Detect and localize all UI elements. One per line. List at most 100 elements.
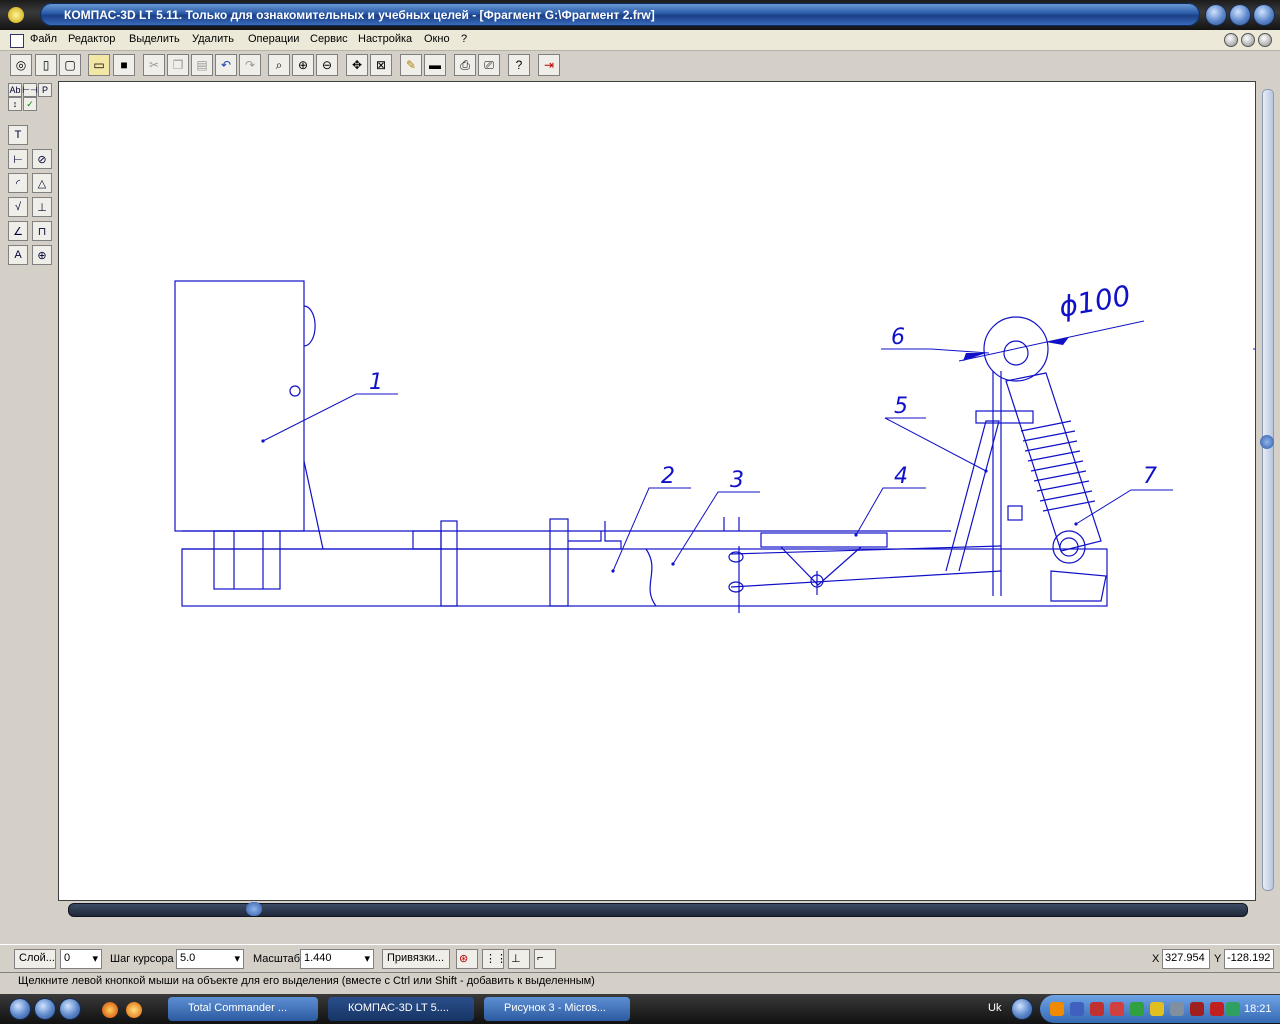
print-icon[interactable]: ⎚ xyxy=(478,54,500,76)
menu-help[interactable]: ? xyxy=(461,33,467,45)
taskbar-item-total-commander[interactable]: Total Commander ... xyxy=(168,997,318,1021)
snaps-button[interactable]: Привязки... xyxy=(382,949,450,969)
horizontal-scroll-thumb[interactable] xyxy=(246,902,262,916)
view-icon[interactable]: ◎ xyxy=(10,54,32,76)
language-indicator[interactable]: Uk xyxy=(988,1002,1001,1014)
scale-select[interactable]: 1.440 ▾ xyxy=(300,949,374,969)
menu-delete[interactable]: Удалить xyxy=(192,33,234,45)
menu-window[interactable]: Окно xyxy=(424,33,450,45)
help-icon[interactable]: ? xyxy=(508,54,530,76)
vertical-scrollbar[interactable] xyxy=(1256,81,1280,901)
base-mark-icon[interactable]: ⊥ xyxy=(32,197,52,217)
mdi-close-icon[interactable] xyxy=(1258,33,1272,47)
tolerance-icon[interactable]: ⊓ xyxy=(32,221,52,241)
drawing-canvas[interactable]: 1 2 3 4 5 6 7 ϕ100 xyxy=(58,81,1256,901)
save-icon[interactable]: ■ xyxy=(113,54,135,76)
document-icon[interactable] xyxy=(10,34,24,48)
volume-icon[interactable] xyxy=(1226,1002,1240,1016)
browser-icon[interactable] xyxy=(126,1002,142,1018)
part-7-roller xyxy=(1052,530,1086,564)
properties-icon[interactable]: ✎ xyxy=(400,54,422,76)
diameter-dimension-icon[interactable]: ⊘ xyxy=(32,149,52,169)
scale-label: Масштаб xyxy=(253,953,301,965)
close-icon[interactable] xyxy=(1254,5,1274,25)
quick-launch-orb-icon[interactable] xyxy=(35,999,55,1019)
zoom-out-icon[interactable]: ⊖ xyxy=(316,54,338,76)
center-mark-icon[interactable]: ⊕ xyxy=(32,245,52,265)
horizontal-scroll-track[interactable] xyxy=(68,903,1248,917)
zoom-icon[interactable]: ⌕ xyxy=(268,54,290,76)
copy-icon[interactable]: ❐ xyxy=(167,54,189,76)
layer-button[interactable]: Слой... xyxy=(14,949,56,969)
notification-icon[interactable] xyxy=(1150,1002,1164,1016)
cursor-step-select[interactable]: 5.0 ▾ xyxy=(176,949,244,969)
menu-file[interactable]: Файл xyxy=(30,33,57,45)
vertical-scroll-thumb[interactable] xyxy=(1260,435,1274,449)
antivirus-icon[interactable] xyxy=(1110,1002,1124,1016)
palette-tab-edit-icon[interactable]: ↕ xyxy=(8,97,22,111)
mdi-restore-icon[interactable] xyxy=(1241,33,1255,47)
menu-service[interactable]: Сервис xyxy=(310,33,348,45)
palette-tab-dimensions[interactable]: ⊢⊣ xyxy=(22,83,38,97)
pan-icon[interactable]: ✥ xyxy=(346,54,368,76)
error-icon[interactable] xyxy=(1210,1002,1224,1016)
roughness-icon[interactable]: √ xyxy=(8,197,28,217)
radius-dimension-icon[interactable]: ◜ xyxy=(8,173,28,193)
palette-tab-select-icon[interactable]: ✓ xyxy=(23,97,37,111)
menu-select[interactable]: Выделить xyxy=(129,33,180,45)
leader-lines xyxy=(262,320,1255,572)
new-document-icon[interactable]: ▢ xyxy=(59,54,81,76)
linear-dimension-icon[interactable]: ⊢ xyxy=(8,149,28,169)
palette-tab-params[interactable]: P xyxy=(38,83,52,97)
keyboard-icon[interactable] xyxy=(1170,1002,1184,1016)
menu-operations[interactable]: Операции xyxy=(248,33,299,45)
cut-icon[interactable]: ✂ xyxy=(143,54,165,76)
paste-icon[interactable]: ▤ xyxy=(191,54,213,76)
app-icon[interactable] xyxy=(8,7,24,23)
angle-dimension-icon[interactable]: △ xyxy=(32,173,52,193)
media-player-icon[interactable] xyxy=(1050,1002,1064,1016)
horizontal-scrollbar[interactable] xyxy=(58,901,1256,921)
local-cs-icon[interactable]: ⊥ xyxy=(508,949,530,969)
layer-select[interactable]: 0 ▾ xyxy=(60,949,102,969)
taskbar-item-kompas[interactable]: КОМПАС-3D LT 5.... xyxy=(328,997,474,1021)
mdi-minimize-icon[interactable] xyxy=(1224,33,1238,47)
monitor-icon[interactable] xyxy=(1190,1002,1204,1016)
taskbar-item-word[interactable]: Рисунок 3 - Micros... xyxy=(484,997,630,1021)
exit-icon[interactable]: ⇥ xyxy=(538,54,560,76)
part-1-hole xyxy=(289,385,301,397)
dimension-diameter: ϕ100 xyxy=(1056,279,1133,324)
chevron-down-icon[interactable]: ▾ xyxy=(364,952,370,965)
start-orb-icon[interactable] xyxy=(10,999,30,1019)
parameters-bar: Слой... 0 ▾ Шаг курсора 5.0 ▾ Масштаб 1.44… xyxy=(0,944,1280,973)
chevron-down-icon[interactable]: ▾ xyxy=(92,952,98,965)
security-icon[interactable] xyxy=(1090,1002,1104,1016)
text-tool-icon[interactable]: T xyxy=(8,125,28,145)
minimize-icon[interactable] xyxy=(1206,5,1226,25)
palette-tab-text[interactable]: Ab xyxy=(8,83,22,97)
firefox-icon[interactable] xyxy=(102,1002,118,1018)
chevron-down-icon[interactable]: ▾ xyxy=(234,952,240,965)
update-icon[interactable] xyxy=(1130,1002,1144,1016)
open-icon[interactable]: ▭ xyxy=(88,54,110,76)
vertical-scroll-track[interactable] xyxy=(1262,89,1274,891)
zoom-fit-icon[interactable]: ⊠ xyxy=(370,54,392,76)
network-icon[interactable] xyxy=(1070,1002,1084,1016)
redo-icon[interactable]: ↷ xyxy=(239,54,261,76)
tray-orb-icon[interactable] xyxy=(1012,999,1032,1019)
print-preview-icon[interactable]: ⎙ xyxy=(454,54,476,76)
position-mark-icon[interactable]: A xyxy=(8,245,28,265)
menu-editor[interactable]: Редактор xyxy=(68,33,115,45)
preview-icon[interactable]: ▬ xyxy=(424,54,446,76)
leader-icon[interactable]: ∠ xyxy=(8,221,28,241)
grid-icon[interactable]: ⋮⋮ xyxy=(482,949,507,969)
ortho-icon[interactable]: ⌐ xyxy=(534,949,556,969)
menu-settings[interactable]: Настройка xyxy=(358,33,412,45)
zoom-in-icon[interactable]: ⊕ xyxy=(292,54,314,76)
undo-icon[interactable]: ↶ xyxy=(215,54,237,76)
drawing-svg: 1 2 3 4 5 6 7 ϕ100 xyxy=(174,279,1255,613)
snap-toggle-icon[interactable]: ⊛ xyxy=(456,949,478,969)
quick-launch-orb-2-icon[interactable] xyxy=(60,999,80,1019)
maximize-icon[interactable] xyxy=(1230,5,1250,25)
new-sheet-icon[interactable]: ▯ xyxy=(35,54,57,76)
